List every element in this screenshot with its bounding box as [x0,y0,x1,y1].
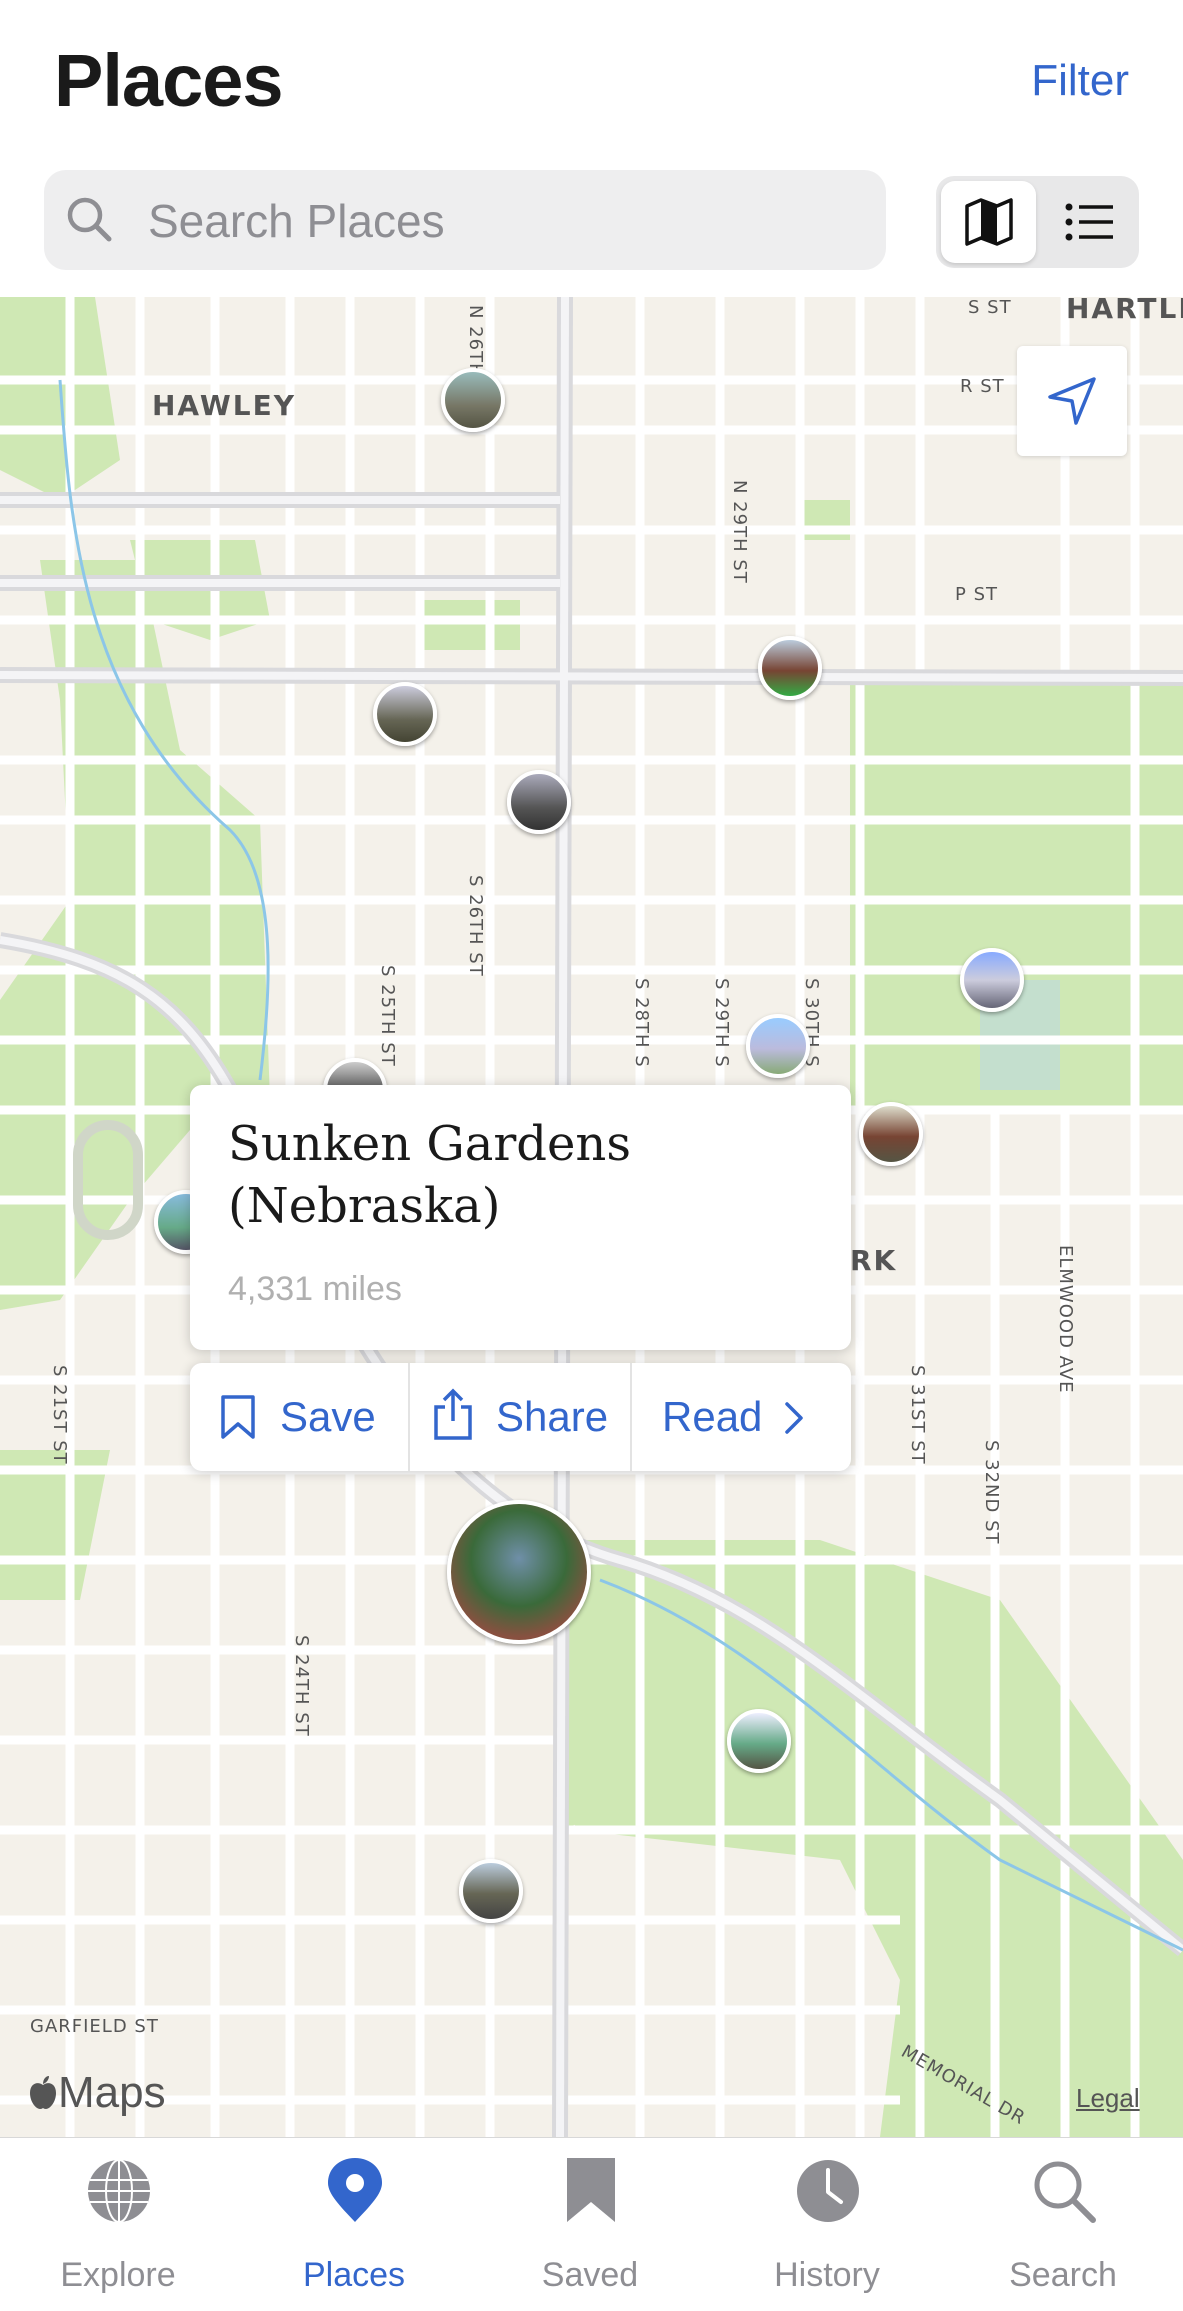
search-input[interactable]: Search Places [148,194,445,248]
view-toggle [936,176,1139,268]
tab-bar: Explore Places Saved History Search [0,2137,1183,2311]
header: Places Filter Search Places [0,0,1183,297]
svg-text:S 25TH ST: S 25TH ST [377,965,398,1067]
district-label: HAWLEY [152,389,296,422]
place-pin[interactable] [859,1102,923,1166]
clock-icon [797,2160,859,2222]
search-icon [1034,2161,1096,2223]
apple-icon [30,2076,56,2109]
svg-text:RK: RK [850,1244,897,1277]
svg-text:S 24TH ST: S 24TH ST [291,1635,312,1737]
location-arrow-icon [1048,377,1096,425]
page-title: Places [54,39,284,122]
current-location-button[interactable] [1017,346,1127,456]
selected-place-pin[interactable] [447,1500,591,1644]
callout-title: Sunken Gardens (Nebraska) [228,1116,631,1234]
legal-link[interactable]: Legal [1076,2083,1140,2114]
filter-button[interactable]: Filter [1031,56,1129,106]
svg-text:S 26TH ST: S 26TH ST [465,875,486,977]
place-pin[interactable] [373,682,437,746]
map-pin-icon [328,2158,382,2222]
svg-text:S 31ST ST: S 31ST ST [907,1365,928,1465]
apple-maps-logo: Maps [28,2068,166,2118]
svg-text:HARTLE: HARTLE [1066,297,1183,325]
chevron-right-icon [785,1402,803,1434]
bookmark-icon [221,1395,255,1439]
place-pin[interactable] [758,636,822,700]
maps-attribution: Maps [58,2068,166,2117]
save-button[interactable]: Save [190,1363,408,1471]
place-pin[interactable] [727,1709,791,1773]
read-button[interactable]: Read [632,1363,851,1471]
svg-text:N 29TH ST: N 29TH ST [729,480,750,584]
svg-text:N 26TH: N 26TH [465,305,486,378]
callout-distance: 4,331 miles [228,1270,402,1308]
svg-text:P ST: P ST [955,584,998,605]
place-pin[interactable] [960,948,1024,1012]
place-pin[interactable] [459,1859,523,1923]
place-pin[interactable] [507,770,571,834]
svg-text:GARFIELD ST: GARFIELD ST [30,2016,159,2037]
share-button[interactable]: Share [410,1363,630,1471]
bookmark-icon [567,2158,615,2222]
svg-text:ELMWOOD AVE: ELMWOOD AVE [1055,1245,1076,1394]
svg-text:S 28TH S: S 28TH S [631,978,652,1068]
svg-text:S 32ND ST: S 32ND ST [981,1440,1002,1545]
search-bar[interactable]: Search Places [44,170,886,270]
globe-icon [88,2159,150,2223]
svg-text:R ST: R ST [960,376,1005,397]
svg-text:S ST: S ST [968,297,1012,318]
place-callout[interactable]: Sunken Gardens (Nebraska) 4,331 miles [190,1085,851,1350]
svg-text:S 29TH S: S 29TH S [711,978,732,1068]
map-icon [965,198,1013,246]
list-view-button[interactable] [1061,194,1117,250]
place-pin[interactable] [441,368,505,432]
share-icon [434,1388,472,1440]
search-icon [67,197,112,242]
svg-text:S 21ST ST: S 21ST ST [49,1365,70,1465]
callout-actions: Save Share Read [190,1363,851,1471]
place-pin[interactable] [746,1014,810,1078]
